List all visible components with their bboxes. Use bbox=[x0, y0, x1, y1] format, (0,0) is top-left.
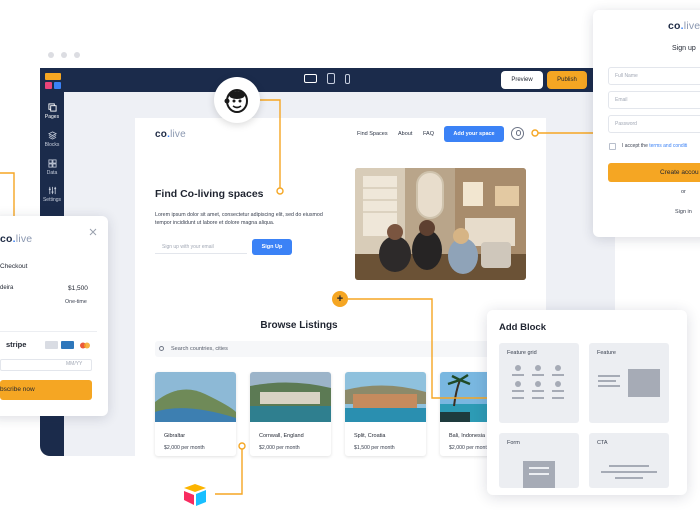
stripe-logo: stripe bbox=[6, 340, 27, 349]
create-account-button[interactable]: Create accou bbox=[608, 163, 700, 182]
subscribe-button[interactable]: bscribe now bbox=[0, 380, 92, 400]
block-form[interactable]: Form bbox=[499, 433, 579, 488]
checkout-item: deira bbox=[0, 285, 14, 291]
cta-icon bbox=[601, 465, 657, 479]
amex-icon bbox=[61, 341, 74, 349]
checkout-term: One-time bbox=[65, 299, 87, 305]
form-icon bbox=[523, 461, 555, 488]
mastercard-icon bbox=[80, 342, 90, 349]
signup-title: Sign up bbox=[672, 45, 696, 52]
card-expiry-field[interactable]: MM/YY bbox=[66, 361, 82, 367]
full-name-field[interactable]: Full Name bbox=[608, 67, 700, 85]
signup-logo: co.live bbox=[668, 20, 700, 32]
airtable-logo-icon bbox=[184, 484, 206, 506]
feature-icon bbox=[598, 369, 660, 397]
password-field[interactable]: Password bbox=[608, 115, 700, 133]
feature-grid-icon bbox=[512, 365, 564, 399]
signup-email-field[interactable]: Email bbox=[608, 91, 700, 109]
close-icon[interactable] bbox=[89, 228, 97, 236]
checkout-logo: co.live bbox=[0, 233, 33, 245]
add-section-button[interactable]: + bbox=[332, 291, 348, 307]
block-feature-grid[interactable]: Feature grid bbox=[499, 343, 579, 423]
checkout-price: $1,500 bbox=[68, 285, 88, 292]
checkout-divider bbox=[0, 331, 97, 332]
or-divider: or bbox=[681, 189, 686, 195]
block-feature[interactable]: Feature bbox=[589, 343, 669, 423]
mailchimp-logo-icon bbox=[214, 77, 260, 123]
terms-checkbox[interactable] bbox=[609, 143, 616, 150]
signin-link[interactable]: Sign in bbox=[675, 209, 692, 215]
terms-link[interactable]: terms and conditi bbox=[649, 143, 687, 149]
checkout-title: Checkout bbox=[0, 263, 28, 270]
terms-text: I accept the terms and conditi bbox=[622, 143, 688, 149]
card-icon bbox=[45, 341, 58, 349]
block-cta[interactable]: CTA bbox=[589, 433, 669, 488]
add-block-title: Add Block bbox=[499, 322, 546, 333]
